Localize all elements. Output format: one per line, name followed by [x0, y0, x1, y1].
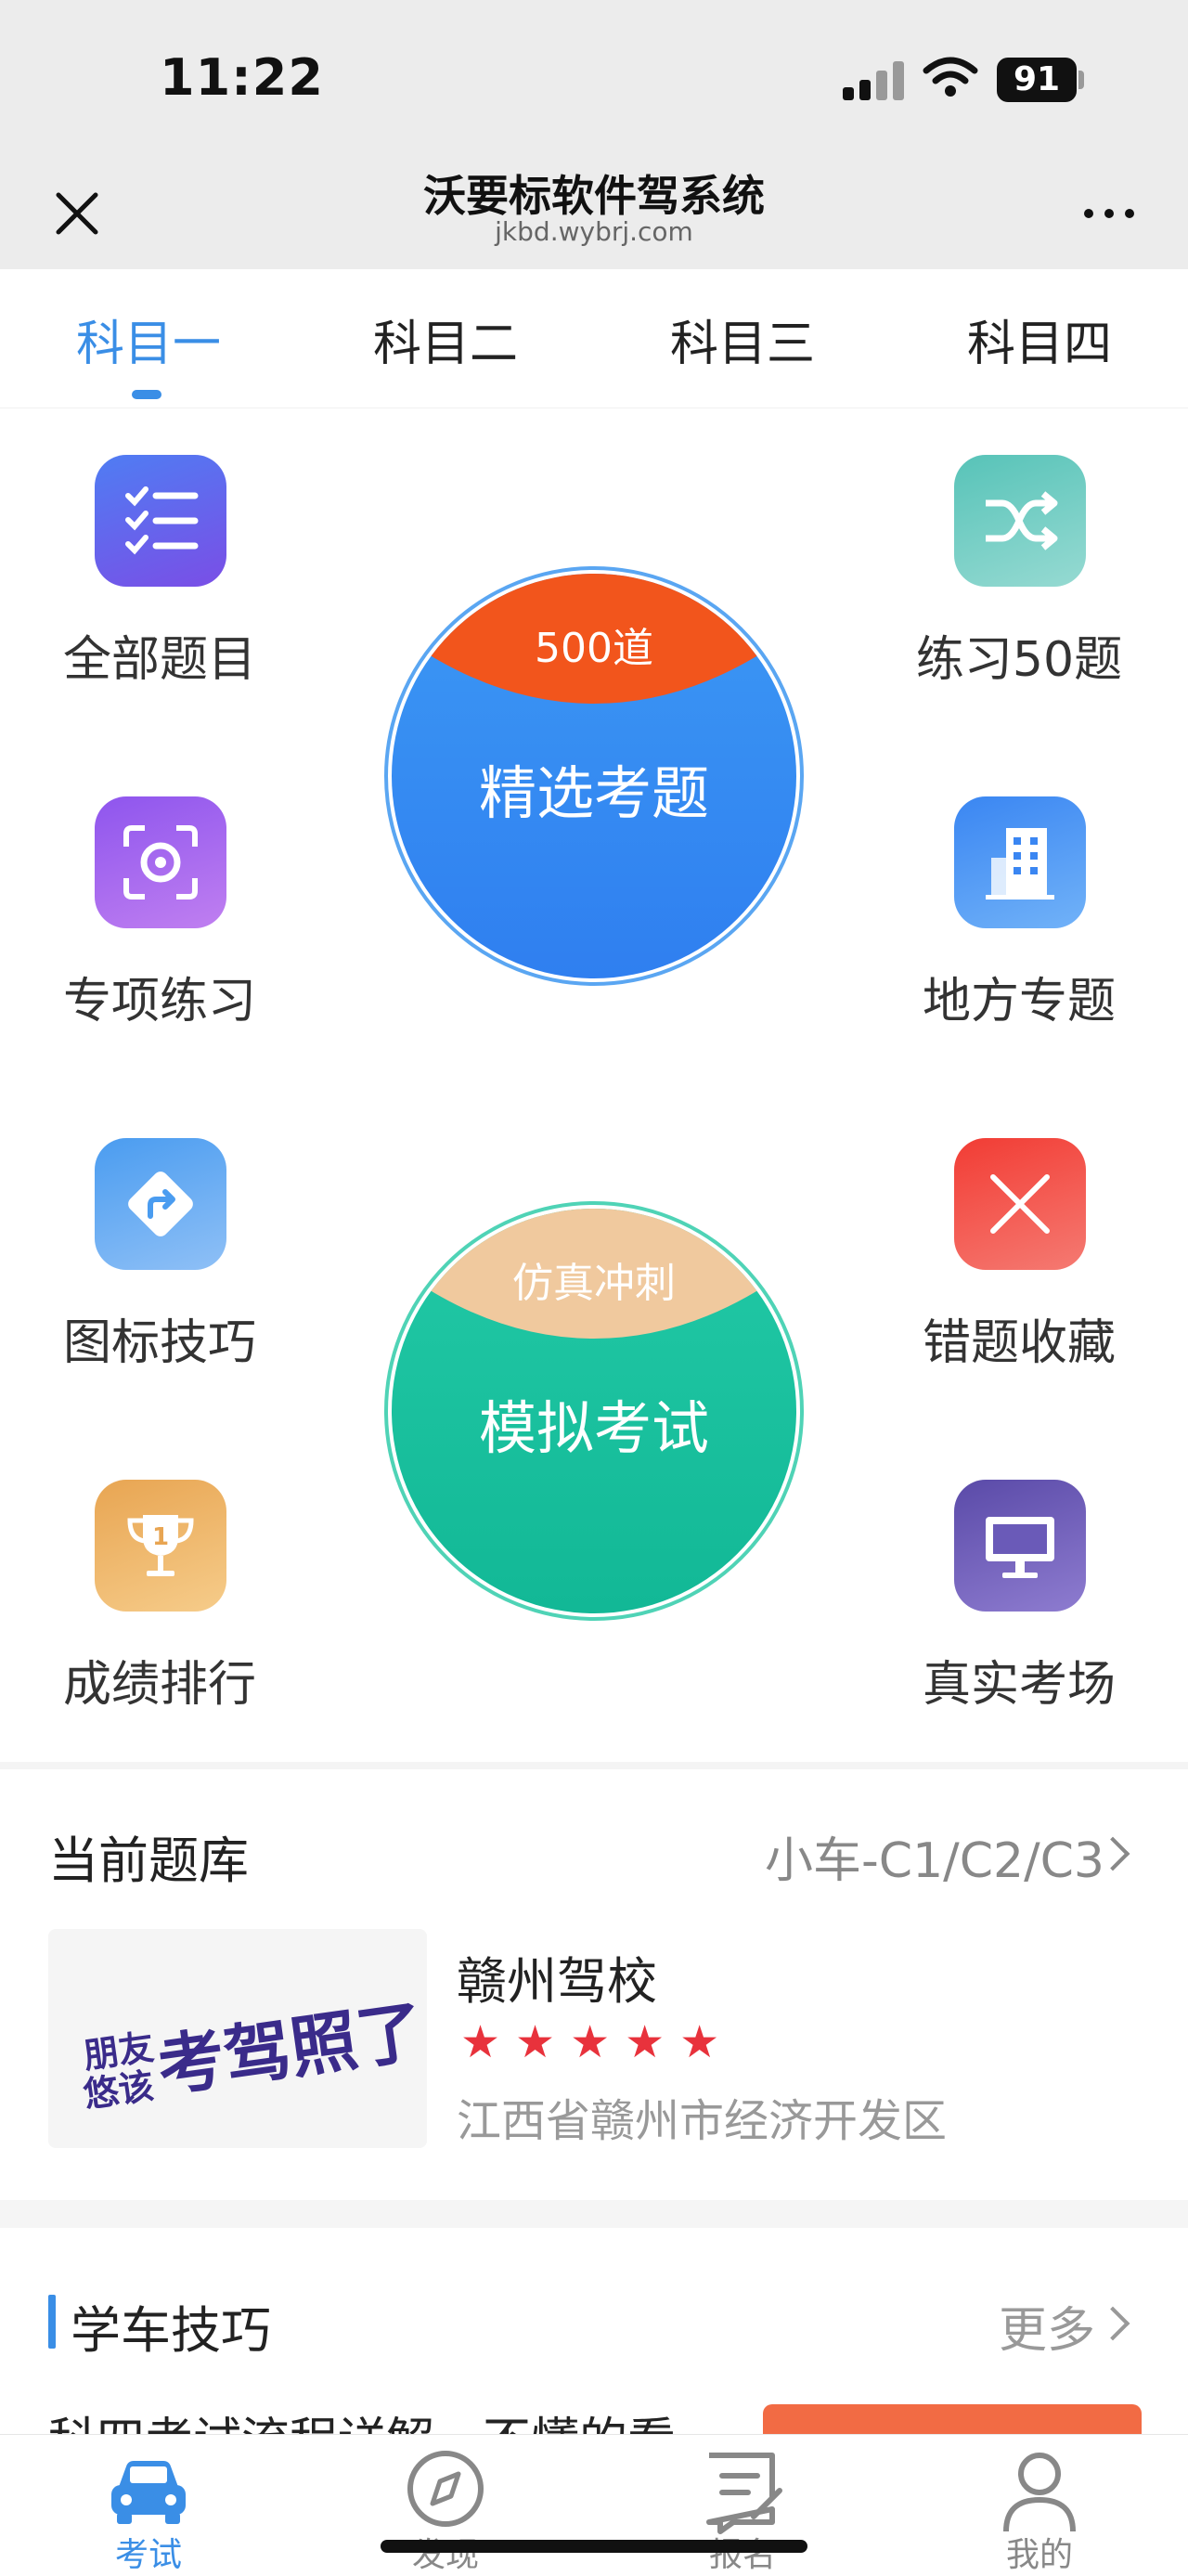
- school-address: 江西省赣州市经济开发区: [457, 2095, 948, 2147]
- subject-tabs: 科目一 科目二 科目三 科目四: [0, 269, 1188, 408]
- compass-icon: [407, 2451, 484, 2527]
- status-bar: 11:22 91: [0, 0, 1188, 153]
- tab-subject-4[interactable]: 科目四: [891, 304, 1188, 374]
- page-url: jkbd.wybrj.com: [495, 216, 693, 247]
- section-divider: [0, 1762, 1188, 1769]
- school-rating: ★ ★ ★ ★ ★: [460, 2016, 734, 2068]
- school-logo: 朋友 悠该 考驾照了!: [48, 1929, 458, 2148]
- practice-50-button[interactable]: 练习50题: [880, 455, 1158, 696]
- all-questions-label: 全部题目: [62, 632, 256, 688]
- tab-subject-1[interactable]: 科目一: [0, 304, 297, 374]
- form-icon: [706, 2453, 782, 2534]
- nav-bar: 沃要标软件驾系统 jkbd.wybrj.com: [0, 153, 1188, 269]
- mock-exam-cap: 仿真冲刺: [512, 1260, 676, 1307]
- bank-type-link[interactable]: 小车-C1/C2/C3: [765, 1821, 1104, 1891]
- star-icon: ★: [460, 2016, 501, 2068]
- tab-signup[interactable]: 报名: [594, 2435, 891, 2576]
- star-icon: ★: [515, 2016, 556, 2068]
- bottom-tab-bar: 考试 发现 报名 我的: [0, 2434, 1188, 2575]
- car-icon: [111, 2461, 186, 2524]
- trophy-icon: 1: [95, 1480, 226, 1612]
- real-exam-room-button[interactable]: 真实考场: [880, 1480, 1158, 1721]
- featured-label: 精选考题: [478, 759, 709, 827]
- svg-text:1: 1: [152, 1523, 169, 1551]
- star-icon: ★: [679, 2016, 720, 2068]
- all-questions-button[interactable]: 全部题目: [20, 455, 299, 696]
- shuffle-icon: [954, 455, 1086, 587]
- score-ranking-label: 成绩排行: [62, 1657, 256, 1713]
- tab-discover[interactable]: 发现: [297, 2435, 594, 2576]
- practice-50-label: 练习50题: [915, 632, 1123, 688]
- tab-mine[interactable]: 我的: [891, 2435, 1188, 2576]
- status-time: 11:22: [160, 48, 324, 107]
- section-accent-bar: [48, 2295, 56, 2349]
- building-icon: [954, 796, 1086, 928]
- tab-active-indicator: [132, 390, 161, 399]
- svg-text:悠该: 悠该: [81, 2065, 156, 2116]
- tab-subject-2[interactable]: 科目二: [297, 304, 594, 374]
- local-topics-label: 地方专题: [922, 974, 1116, 1029]
- mock-exam-button[interactable]: 仿真冲刺 模拟考试: [392, 1209, 796, 1613]
- turn-sign-icon: [95, 1138, 226, 1270]
- school-name: 赣州驾校: [457, 1952, 657, 2011]
- tips-title: 学车技巧: [71, 2301, 271, 2360]
- section-divider: [0, 2200, 1188, 2228]
- more-options-icon[interactable]: [1077, 196, 1142, 233]
- star-icon: ★: [625, 2016, 665, 2068]
- current-bank-title: 当前题库: [48, 1832, 249, 1890]
- wifi-icon: [923, 57, 978, 97]
- tab-exam[interactable]: 考试: [0, 2435, 297, 2576]
- wrong-favorites-button[interactable]: 错题收藏: [880, 1138, 1158, 1379]
- cellular-signal-icon: [843, 59, 908, 100]
- star-icon: ★: [570, 2016, 611, 2068]
- page-title: 沃要标软件驾系统: [423, 171, 765, 221]
- tab-subject-3[interactable]: 科目三: [594, 304, 891, 374]
- featured-questions-button[interactable]: 500道 精选考题: [392, 574, 796, 978]
- local-topics-button[interactable]: 地方专题: [880, 796, 1158, 1038]
- real-exam-room-label: 真实考场: [922, 1657, 1116, 1713]
- close-x-icon: [954, 1138, 1086, 1270]
- more-link[interactable]: 更多: [999, 2291, 1095, 2361]
- chevron-right-icon: [1095, 2306, 1130, 2341]
- battery-tip: [1078, 71, 1084, 89]
- home-indicator: [381, 2540, 807, 2553]
- tab-mine-label: 我的: [1005, 2536, 1073, 2574]
- special-practice-label: 专项练习: [62, 974, 256, 1029]
- svg-text:考驾照了!: 考驾照了!: [153, 1987, 427, 2106]
- battery-indicator: 91: [997, 58, 1077, 102]
- sign-tips-label: 图标技巧: [62, 1315, 256, 1371]
- sign-tips-button[interactable]: 图标技巧: [20, 1138, 299, 1379]
- wrong-favorites-label: 错题收藏: [922, 1315, 1116, 1371]
- focus-icon: [95, 796, 226, 928]
- score-ranking-button[interactable]: 1 成绩排行: [20, 1480, 299, 1721]
- special-practice-button[interactable]: 专项练习: [20, 796, 299, 1038]
- featured-count: 500道: [535, 625, 653, 672]
- mock-exam-label: 模拟考试: [478, 1394, 709, 1462]
- monitor-icon: [954, 1480, 1086, 1612]
- tab-exam-label: 考试: [114, 2536, 182, 2574]
- checklist-icon: [95, 455, 226, 587]
- person-icon: [1003, 2453, 1076, 2532]
